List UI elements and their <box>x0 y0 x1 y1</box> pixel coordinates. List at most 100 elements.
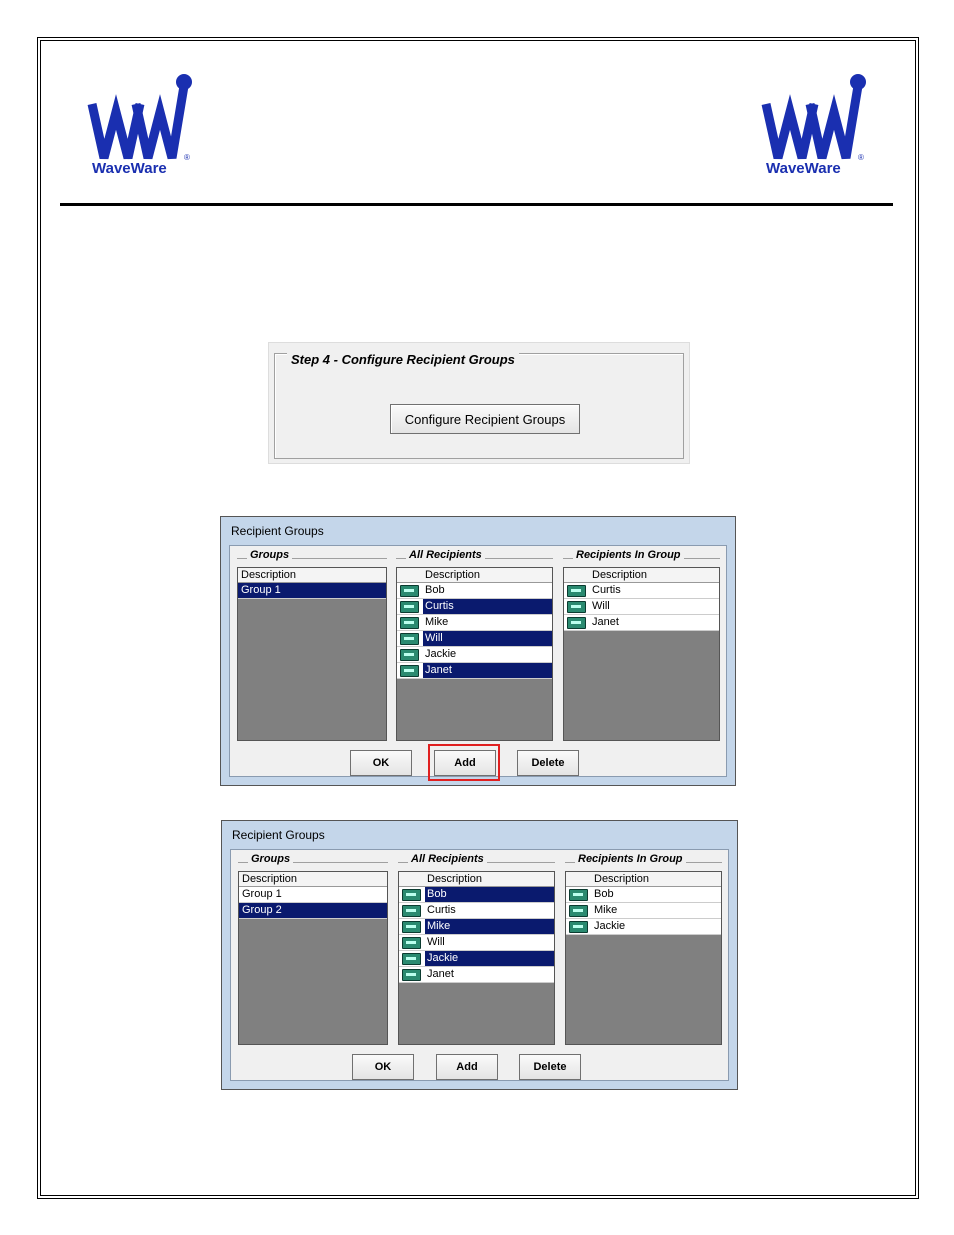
dialog-title: Recipient Groups <box>231 524 324 538</box>
recipient-label: Will <box>592 600 610 612</box>
recipient-label: Janet <box>592 616 619 628</box>
recipient-row[interactable]: Will <box>399 935 554 951</box>
recipient-label: Curtis <box>592 584 621 596</box>
add-button-highlight <box>428 744 500 781</box>
group-member-row[interactable]: Will <box>564 599 719 615</box>
group-member-row[interactable]: Bob <box>566 887 721 903</box>
pager-icon <box>569 905 588 917</box>
recipient-label: Mike <box>425 616 449 628</box>
all-recipients-box: All Recipients Description Bob Curtis Mike… <box>396 549 553 741</box>
pager-icon <box>402 905 421 917</box>
recipients-in-group-grid: Description Curtis Will Janet <box>563 567 720 741</box>
groups-legend: Groups <box>247 549 293 561</box>
waveware-logo-right: ® WaveWare <box>760 72 870 182</box>
ok-button[interactable]: OK <box>352 1054 414 1080</box>
pager-icon <box>402 953 421 965</box>
group-member-row[interactable]: Mike <box>566 903 721 919</box>
recipient-row[interactable]: Janet <box>397 663 552 679</box>
recipient-groups-dialog-1: Recipient Groups Groups Description Grou… <box>220 516 736 786</box>
pager-icon <box>400 601 419 613</box>
grid-header[interactable]: Description <box>564 568 719 583</box>
step4-frame: Step 4 - Configure Recipient Groups Conf… <box>274 352 684 459</box>
pager-icon <box>400 633 419 645</box>
recipient-row[interactable]: Jackie <box>399 951 554 967</box>
group-member-row[interactable]: Janet <box>564 615 719 631</box>
groups-grid: Description Group 1 Group 2 <box>238 871 388 1045</box>
delete-button[interactable]: Delete <box>517 750 579 776</box>
recipient-row[interactable]: Curtis <box>397 599 552 615</box>
group-row[interactable]: Group 1 <box>239 887 387 903</box>
grid-header[interactable]: Description <box>566 872 721 887</box>
svg-text:®: ® <box>184 153 190 162</box>
add-button[interactable]: Add <box>436 1054 498 1080</box>
recipient-label: Bob <box>425 584 445 596</box>
recipient-groups-dialog-2: Recipient Groups Groups Description Grou… <box>221 820 738 1090</box>
all-recipients-grid: Description Bob Curtis Mike Will Jackie Janet <box>396 567 553 741</box>
groups-box: Groups Description Group 1 Group 2 <box>238 853 388 1045</box>
recipients-in-group-legend: Recipients In Group <box>573 549 684 561</box>
groups-legend: Groups <box>248 853 294 865</box>
logo-text: WaveWare <box>766 160 841 177</box>
pager-icon <box>402 937 421 949</box>
recipient-label: Will <box>423 631 552 646</box>
step4-legend: Step 4 - Configure Recipient Groups <box>287 352 519 367</box>
grid-header[interactable]: Description <box>397 568 552 583</box>
recipient-label: Bob <box>594 888 614 900</box>
ok-button[interactable]: OK <box>350 750 412 776</box>
group-member-row[interactable]: Jackie <box>566 919 721 935</box>
pager-icon <box>567 617 586 629</box>
all-recipients-legend: All Recipients <box>406 549 485 561</box>
groups-grid: Description Group 1 <box>237 567 387 741</box>
recipient-label: Mike <box>594 904 618 916</box>
pager-icon <box>402 889 421 901</box>
dialog-body: Groups Description Group 1 Group 2 All Re… <box>230 849 729 1081</box>
grid-header[interactable]: Description <box>238 568 386 583</box>
header-rule <box>60 203 893 206</box>
pager-icon <box>567 601 586 613</box>
pager-icon <box>400 649 419 661</box>
group-label: Group 2 <box>242 904 282 916</box>
configure-recipient-groups-button[interactable]: Configure Recipient Groups <box>390 404 580 434</box>
recipient-label: Jackie <box>425 648 457 660</box>
logo-text: WaveWare <box>92 160 167 177</box>
recipients-in-group-legend: Recipients In Group <box>575 853 686 865</box>
recipient-label: Mike <box>425 919 554 934</box>
recipient-label: Jackie <box>594 920 626 932</box>
recipient-row[interactable]: Janet <box>399 967 554 983</box>
recipient-row[interactable]: Curtis <box>399 903 554 919</box>
grid-header[interactable]: Description <box>399 872 554 887</box>
pager-icon <box>400 665 419 677</box>
recipient-label: Jackie <box>425 951 554 966</box>
waveware-logo-left: ® WaveWare <box>86 72 196 182</box>
pager-icon <box>567 585 586 597</box>
dialog-body: Groups Description Group 1 All Recipient… <box>229 545 727 781</box>
recipient-row[interactable]: Jackie <box>397 647 552 663</box>
group-label: Group 1 <box>241 584 281 596</box>
recipient-label: Bob <box>425 887 554 902</box>
recipient-label: Will <box>427 936 445 948</box>
grid-header[interactable]: Description <box>239 872 387 887</box>
recipient-row[interactable]: Will <box>397 631 552 647</box>
pager-icon <box>569 921 588 933</box>
all-recipients-box: All Recipients Description Bob Curtis Mike… <box>398 853 555 1045</box>
step4-panel: Step 4 - Configure Recipient Groups Conf… <box>268 342 690 464</box>
pager-icon <box>402 921 421 933</box>
recipient-row[interactable]: Mike <box>399 919 554 935</box>
group-row[interactable]: Group 1 <box>238 583 386 599</box>
all-recipients-legend: All Recipients <box>408 853 487 865</box>
pager-icon <box>400 585 419 597</box>
group-row[interactable]: Group 2 <box>239 903 387 919</box>
groups-box: Groups Description Group 1 <box>237 549 387 741</box>
delete-button[interactable]: Delete <box>519 1054 581 1080</box>
pager-icon <box>569 889 588 901</box>
recipient-row[interactable]: Bob <box>397 583 552 599</box>
recipient-label: Janet <box>423 663 552 678</box>
recipients-in-group-box: Recipients In Group Description Bob Mike J… <box>565 853 722 1045</box>
recipients-in-group-grid: Description Bob Mike Jackie <box>565 871 722 1045</box>
recipient-row[interactable]: Mike <box>397 615 552 631</box>
recipient-label: Janet <box>427 968 454 980</box>
group-member-row[interactable]: Curtis <box>564 583 719 599</box>
recipient-label: Curtis <box>423 599 552 614</box>
recipient-row[interactable]: Bob <box>399 887 554 903</box>
dialog-title: Recipient Groups <box>232 828 325 842</box>
